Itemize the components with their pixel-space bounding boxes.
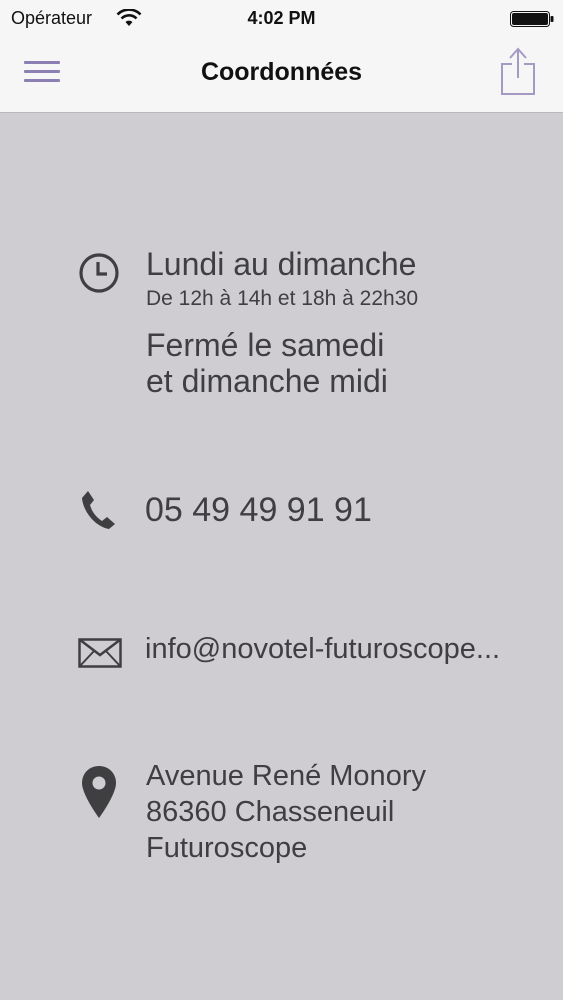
envelope-icon — [78, 638, 122, 668]
hours-closed-line2: et dimanche midi — [146, 363, 388, 399]
phone-number-link[interactable]: 05 49 49 91 91 — [145, 491, 372, 530]
address-line1: Avenue René Monory — [146, 760, 426, 792]
battery-icon — [510, 11, 554, 27]
screen: Opérateur 4:02 PM Coordonnées Lundi au d… — [0, 0, 563, 1000]
phone-icon — [82, 491, 115, 529]
share-icon[interactable] — [498, 46, 538, 96]
page-title: Coordonnées — [200, 58, 363, 86]
status-bar: Opérateur 4:02 PM — [0, 0, 563, 38]
status-time: 4:02 PM — [247, 8, 316, 28]
hours-schedule: De 12h à 14h et 18h à 22h30 — [146, 287, 419, 310]
clock-icon — [79, 253, 119, 293]
hours-closed-line1: Fermé le samedi — [146, 327, 385, 363]
map-pin-icon — [82, 766, 116, 818]
top-bar: Opérateur 4:02 PM Coordonnées — [0, 0, 563, 113]
hours-closed-note: Fermé le samedi et dimanche midi — [146, 327, 526, 399]
address-line2: 86360 Chasseneuil — [146, 796, 395, 828]
hours-title: Lundi au dimanche — [146, 246, 417, 282]
address-block[interactable]: Avenue René Monory 86360 Chasseneuil Fut… — [146, 758, 426, 866]
email-link[interactable]: info@novotel-futuroscope... — [145, 633, 500, 666]
address-line3: Futuroscope — [146, 832, 308, 864]
